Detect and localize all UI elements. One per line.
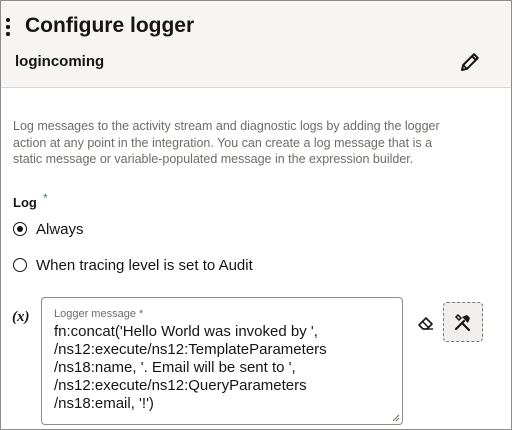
logger-message-field[interactable]: Logger message * fn:concat('Hello World …	[41, 297, 403, 425]
radio-audit[interactable]: When tracing level is set to Audit	[13, 255, 253, 275]
panel-title: Configure logger	[25, 14, 195, 37]
logger-message-value[interactable]: fn:concat('Hello World was invoked by ',…	[54, 323, 394, 413]
expression-builder-button[interactable]	[443, 302, 483, 342]
radio-always[interactable]: Always	[13, 219, 84, 239]
required-indicator: *	[43, 191, 48, 205]
radio-button-unselected[interactable]	[13, 258, 27, 272]
edit-name-button[interactable]	[457, 49, 483, 75]
tools-icon	[454, 313, 471, 332]
radio-label-audit: When tracing level is set to Audit	[36, 256, 253, 274]
logger-message-label: Logger message *	[54, 308, 144, 320]
radio-button-selected[interactable]	[13, 222, 27, 236]
action-name: logincoming	[15, 53, 105, 70]
eraser-icon	[418, 317, 433, 330]
description-text: Log messages to the activity stream and …	[13, 119, 440, 166]
clear-button[interactable]	[416, 313, 436, 333]
drag-handle-icon[interactable]	[5, 18, 11, 40]
configure-logger-panel: Configure logger logincoming Log message…	[0, 0, 512, 430]
panel-header: Configure logger logincoming	[1, 1, 511, 88]
radio-label-always: Always	[36, 220, 84, 238]
log-label: Log	[13, 195, 37, 210]
resize-handle-icon[interactable]	[390, 412, 400, 422]
pencil-icon	[461, 53, 479, 71]
expression-toggle-button[interactable]: (x)	[12, 309, 30, 326]
